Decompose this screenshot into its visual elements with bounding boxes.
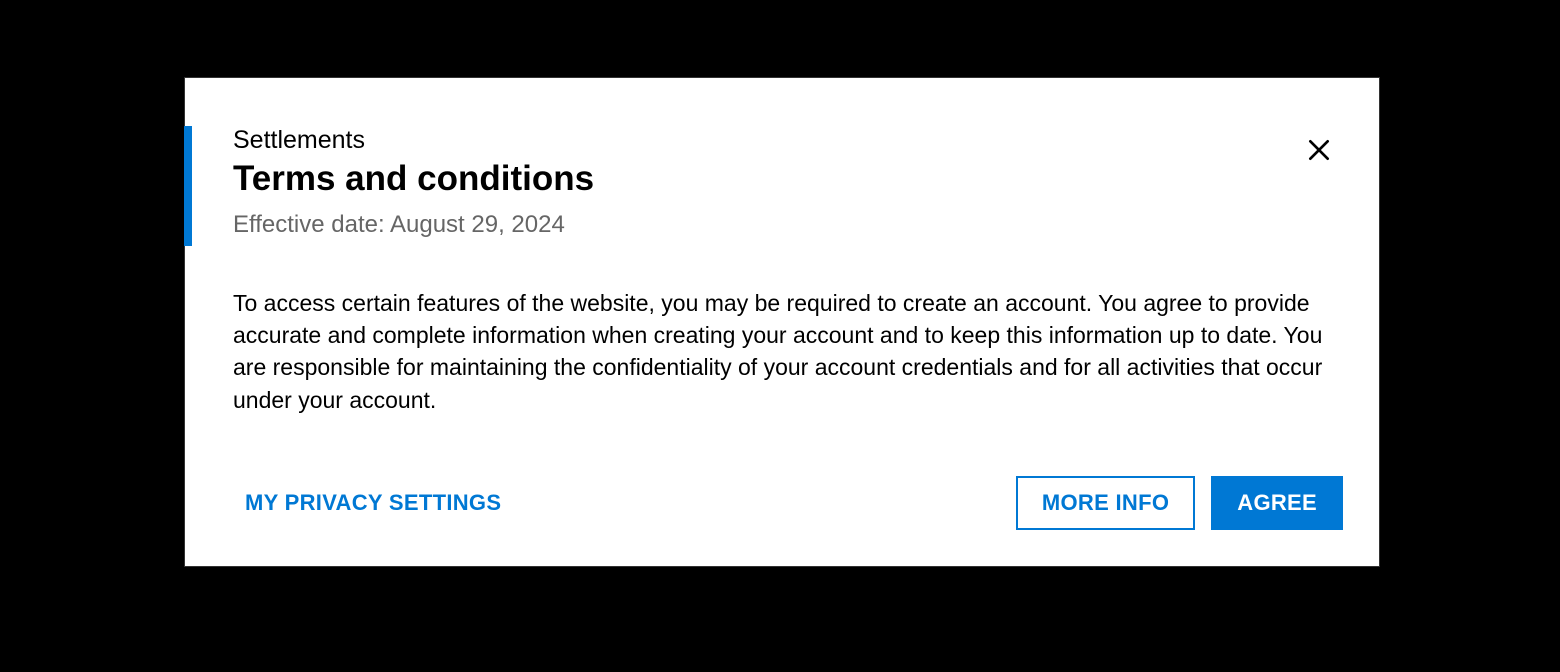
agree-button[interactable]: AGREE	[1211, 476, 1343, 530]
footer-right: MORE INFO AGREE	[1016, 476, 1343, 530]
dialog-header: Settlements Terms and conditions Effecti…	[185, 78, 1379, 239]
effective-date: Effective date: August 29, 2024	[233, 211, 1331, 239]
dialog-title: Terms and conditions	[233, 159, 1331, 199]
more-info-button[interactable]: MORE INFO	[1016, 476, 1195, 530]
dialog-body: To access certain features of the websit…	[185, 239, 1379, 416]
dialog-category: Settlements	[233, 126, 1331, 155]
privacy-settings-button[interactable]: MY PRIVACY SETTINGS	[221, 478, 525, 528]
close-button[interactable]	[1303, 134, 1335, 166]
terms-dialog: Settlements Terms and conditions Effecti…	[184, 77, 1380, 567]
dialog-footer: MY PRIVACY SETTINGS MORE INFO AGREE	[185, 416, 1379, 566]
terms-text: To access certain features of the websit…	[233, 287, 1331, 416]
close-icon	[1306, 137, 1332, 163]
